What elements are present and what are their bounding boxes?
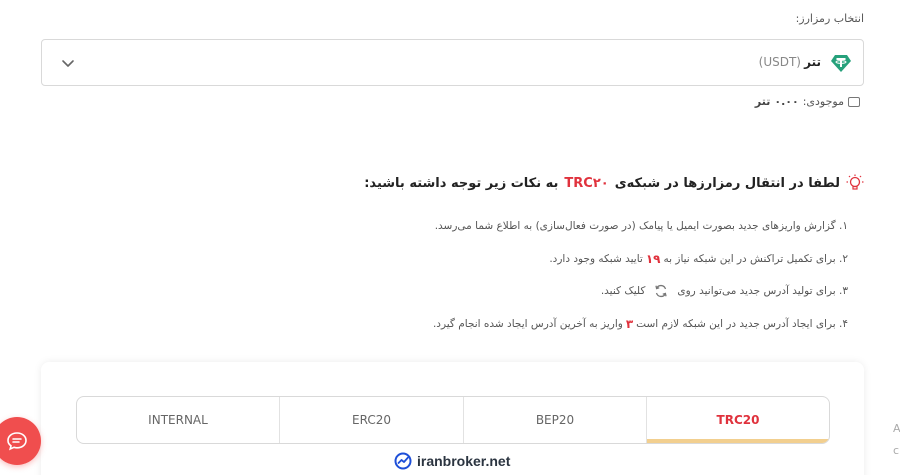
select-coin-label: انتخاب رمزارز: bbox=[795, 12, 864, 25]
refresh-icon[interactable] bbox=[654, 284, 668, 298]
balance-row: موجودی: ۰.۰۰ تتر bbox=[755, 95, 860, 108]
wallet-icon bbox=[848, 96, 860, 107]
tab-bep20[interactable]: BEP20 bbox=[464, 397, 647, 443]
balance-label: موجودی: bbox=[802, 95, 844, 108]
edge-char-2: c bbox=[893, 444, 900, 457]
confirmations-count: ۱۹ bbox=[645, 251, 661, 266]
notice-item-3: ۳. برای تولید آدرس جدید می‌توانید روی کل… bbox=[433, 275, 848, 308]
balance-value: ۰.۰۰ bbox=[774, 95, 799, 108]
notice-title: لطفا در انتقال رمزارزها در شبکه‌ی TRC۲۰ … bbox=[364, 174, 864, 192]
chat-button[interactable] bbox=[0, 417, 41, 465]
notice-network: TRC۲۰ bbox=[564, 175, 609, 191]
notice-item-2-after: تایید شبکه وجود دارد. bbox=[549, 252, 643, 265]
notice-item-1: ۱. گزارش واریزهای جدید بصورت ایمیل یا پی… bbox=[433, 210, 848, 243]
coin-name: تتر bbox=[804, 55, 821, 69]
coin-code: (USDT) bbox=[758, 55, 801, 69]
tab-trc20[interactable]: TRC20 bbox=[647, 397, 829, 443]
network-tabs: INTERNAL ERC20 BEP20 TRC20 bbox=[76, 396, 830, 444]
brand-watermark: iranbroker.net bbox=[394, 452, 510, 470]
edge-char-1: A bbox=[893, 422, 900, 435]
chat-bubble-icon bbox=[7, 432, 27, 451]
notice-item-1-text: ۱. گزارش واریزهای جدید بصورت ایمیل یا پی… bbox=[434, 220, 848, 233]
notice-item-4-after: واریز به آخرین آدرس ایجاد شده انجام گیرد… bbox=[432, 317, 623, 330]
tether-icon bbox=[831, 55, 851, 72]
coin-select[interactable]: (USDT) تتر bbox=[41, 39, 864, 86]
notice-item-2-before: ۲. برای تکمیل تراکنش در این شبکه نیاز به bbox=[663, 252, 848, 265]
broker-logo-icon bbox=[394, 452, 412, 470]
notice-item-2: ۲. برای تکمیل تراکنش در این شبکه نیاز به… bbox=[433, 243, 848, 276]
lightbulb-icon bbox=[846, 174, 864, 190]
notice-item-3-after: کلیک کنید. bbox=[600, 285, 646, 298]
notice-item-4-before: ۴. برای ایجاد آدرس جدید در این شبکه لازم… bbox=[636, 317, 848, 330]
notice-item-3-before: ۳. برای تولید آدرس جدید می‌توانید روی bbox=[677, 285, 848, 298]
tab-erc20[interactable]: ERC20 bbox=[280, 397, 464, 443]
edge-cropped-text: A c bbox=[893, 418, 900, 462]
chevron-down-icon bbox=[62, 60, 74, 67]
notice-title-after: به نکات زیر توجه داشته باشید: bbox=[364, 175, 559, 191]
deposits-required-count: ۳ bbox=[625, 316, 634, 331]
balance-unit: تتر bbox=[754, 95, 771, 108]
brand-text: iranbroker.net bbox=[417, 453, 511, 469]
notice-item-4: ۴. برای ایجاد آدرس جدید در این شبکه لازم… bbox=[433, 308, 848, 341]
tab-internal[interactable]: INTERNAL bbox=[77, 397, 280, 443]
notice-list: ۱. گزارش واریزهای جدید بصورت ایمیل یا پی… bbox=[433, 210, 848, 340]
notice-title-before: لطفا در انتقال رمزارزها در شبکه‌ی bbox=[614, 175, 840, 191]
